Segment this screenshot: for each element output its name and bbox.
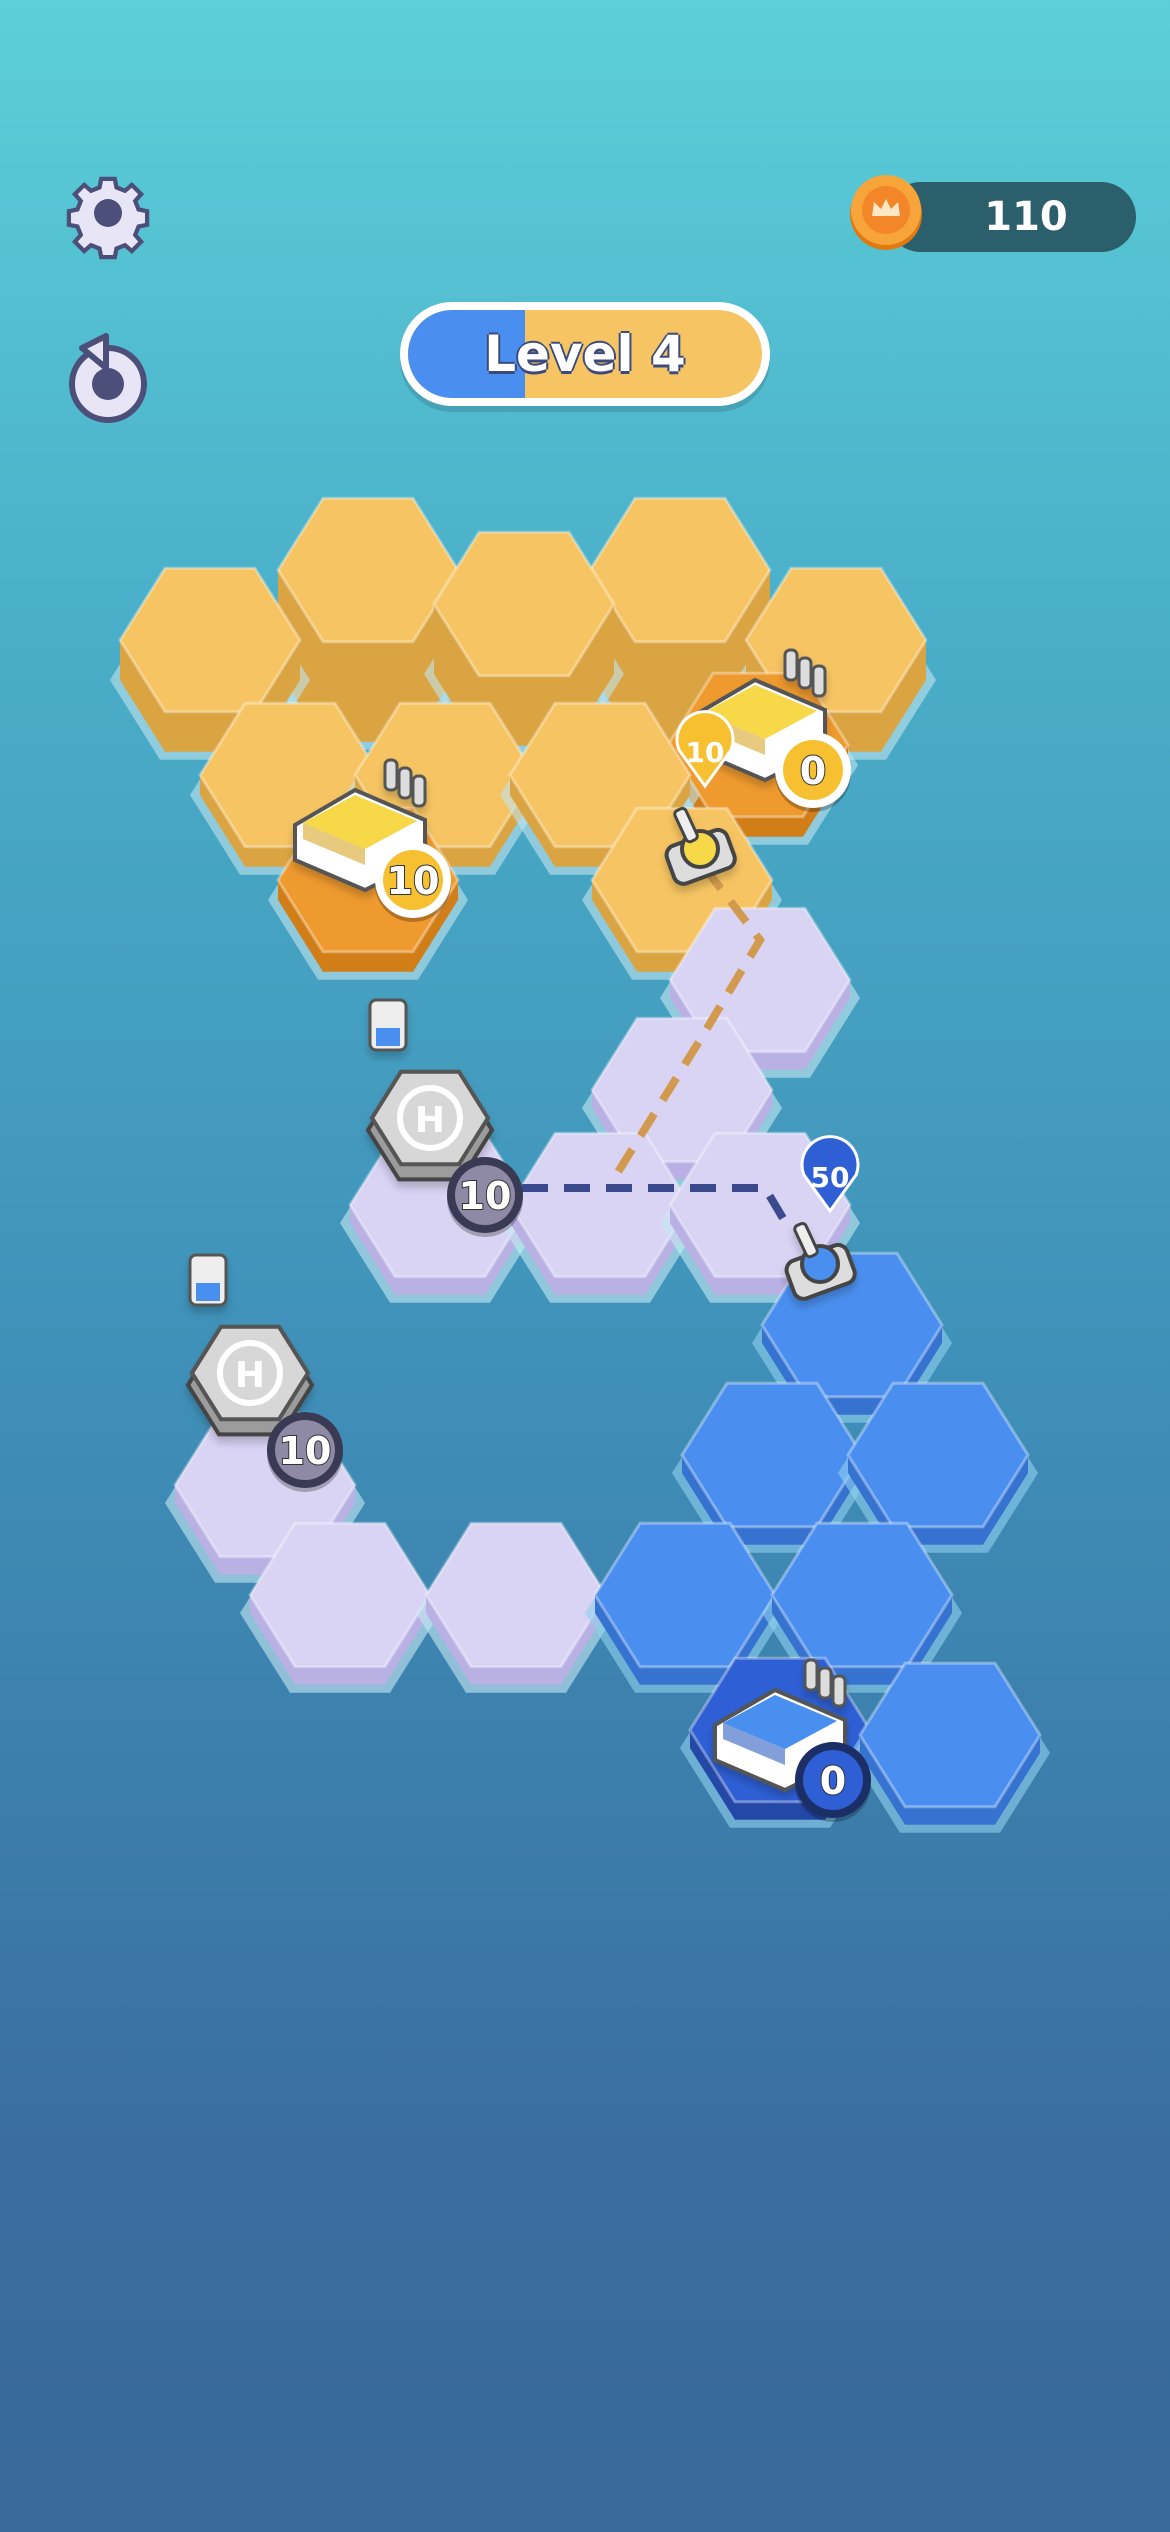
coin-counter: 110 bbox=[846, 172, 1136, 256]
helipad-icon[interactable]: H bbox=[185, 1253, 315, 1437]
level-indicator: Level 4 bbox=[400, 302, 770, 406]
base-count: 0 bbox=[795, 1742, 871, 1822]
base-count: 0 bbox=[775, 732, 851, 812]
base-count: 10 bbox=[375, 842, 451, 922]
coin-count: 110 bbox=[984, 194, 1068, 240]
restart-icon bbox=[69, 333, 147, 423]
svg-text:10: 10 bbox=[459, 1174, 512, 1218]
helipad-count: 10 bbox=[267, 1412, 343, 1492]
settings-button[interactable] bbox=[62, 172, 154, 264]
svg-text:H: H bbox=[235, 1355, 265, 1396]
svg-text:0: 0 bbox=[820, 1759, 846, 1803]
svg-text:50: 50 bbox=[811, 1161, 850, 1194]
svg-text:10: 10 bbox=[686, 736, 725, 769]
helipad-count: 10 bbox=[447, 1157, 523, 1237]
hex-tile[interactable] bbox=[416, 1521, 616, 1693]
svg-text:10: 10 bbox=[387, 859, 440, 903]
svg-text:0: 0 bbox=[800, 749, 826, 793]
helipad-icon[interactable]: H bbox=[365, 998, 495, 1182]
level-label: Level 4 bbox=[484, 325, 686, 383]
gear-icon bbox=[66, 176, 150, 260]
crown-coin-icon bbox=[850, 175, 922, 250]
restart-button[interactable] bbox=[62, 328, 154, 428]
svg-text:10: 10 bbox=[279, 1429, 332, 1473]
svg-text:H: H bbox=[415, 1100, 445, 1141]
